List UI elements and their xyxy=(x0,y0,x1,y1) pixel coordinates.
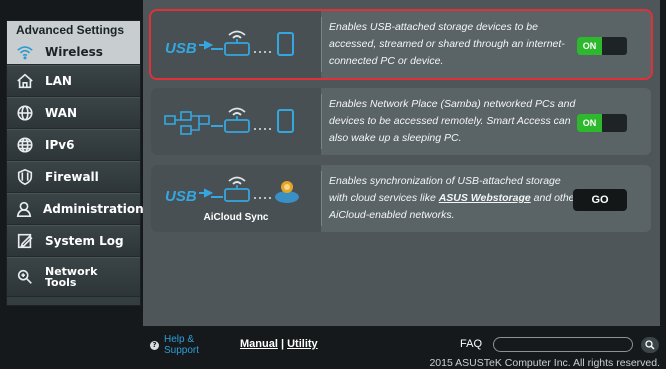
sidebar-item-wireless[interactable]: Wireless xyxy=(7,40,140,65)
help-icon[interactable]: ? xyxy=(150,341,159,350)
router-icon xyxy=(224,107,250,133)
network-to-device-illustration xyxy=(151,88,321,155)
card-divider xyxy=(321,94,322,149)
wifi-icon xyxy=(15,42,35,62)
card-description: Enables Network Place (Samba) networked … xyxy=(329,98,576,144)
card-aicloud-sync: USB AiCloud Sync Enables synchronization… xyxy=(151,165,651,232)
utility-link[interactable]: Utility xyxy=(287,338,318,350)
ipv6-globe-icon xyxy=(15,135,35,155)
svg-text:USB: USB xyxy=(165,40,197,57)
sidebar-item-lan[interactable]: LAN xyxy=(7,65,140,97)
dotted-connection-icon xyxy=(254,128,271,130)
network-computers-icon xyxy=(164,111,210,135)
sidebar-item-label: IPv6 xyxy=(45,138,75,152)
sidebar-item-system-log[interactable]: System Log xyxy=(7,225,140,257)
usb-to-device-illustration: USB xyxy=(151,11,321,78)
log-pencil-icon xyxy=(15,231,35,251)
sidebar-item-wan[interactable]: WAN xyxy=(7,97,140,129)
main-panel: USB Enables USB-attached storage devices… xyxy=(143,0,660,326)
sidebar-item-label-line2: Tools xyxy=(45,276,77,289)
sidebar-item-label: Administration xyxy=(43,202,144,216)
sidebar-item-label: LAN xyxy=(45,74,72,88)
help-support-link[interactable]: Help & Support xyxy=(164,334,214,356)
card-description: Enables synchronization of USB-attached … xyxy=(329,173,579,224)
manual-link[interactable]: Manual xyxy=(240,338,278,350)
sidebar: Advanced Settings Wireless LAN WAN IPv6 … xyxy=(6,20,144,306)
link-separator: | xyxy=(280,338,285,350)
sidebar-item-label: Wireless xyxy=(45,45,103,59)
faq-label: FAQ xyxy=(460,338,483,350)
search-icon xyxy=(645,340,655,350)
aicloud-go-button[interactable]: GO xyxy=(573,189,627,211)
shield-icon xyxy=(15,167,35,187)
card-cloud-disk: USB Enables USB-attached storage devices… xyxy=(149,9,653,80)
usb-icon: USB xyxy=(165,188,214,205)
sidebar-item-label: WAN xyxy=(45,106,78,120)
sidebar-item-ipv6[interactable]: IPv6 xyxy=(7,129,140,161)
router-icon xyxy=(224,30,250,56)
cloud-disk-toggle[interactable]: ON xyxy=(577,37,627,55)
tablet-icon xyxy=(277,32,294,56)
toggle-on-label: ON xyxy=(577,37,602,55)
copyright-text: 2015 ASUSTeK Computer Inc. All rights re… xyxy=(429,357,660,369)
network-tools-icon xyxy=(15,267,35,287)
dotted-connection-icon xyxy=(254,51,271,53)
sidebar-item-network-tools[interactable]: Network Tools xyxy=(7,257,140,297)
card-divider xyxy=(321,17,322,72)
usb-to-cloud-illustration: USB AiCloud Sync xyxy=(151,165,321,232)
search-button[interactable] xyxy=(641,337,659,353)
sidebar-item-firewall[interactable]: Firewall xyxy=(7,161,140,193)
asus-webstorage-link[interactable]: ASUS Webstorage xyxy=(439,192,531,204)
router-icon xyxy=(224,176,250,202)
sidebar-item-label: System Log xyxy=(45,234,124,248)
sidebar-item-label: Firewall xyxy=(45,170,99,184)
sidebar-item-label: Network Tools xyxy=(45,266,97,288)
card-caption: AiCloud Sync xyxy=(203,212,269,223)
person-icon xyxy=(15,199,33,219)
svg-text:USB: USB xyxy=(165,188,197,205)
sidebar-item-administration[interactable]: Administration xyxy=(7,193,144,225)
card-divider xyxy=(321,171,322,226)
dotted-connection-icon xyxy=(254,197,271,199)
globe-icon xyxy=(15,103,35,123)
tablet-icon xyxy=(277,109,294,133)
faq-search-input[interactable] xyxy=(493,337,633,352)
smart-access-toggle[interactable]: ON xyxy=(577,114,627,132)
footer-links: Manual | Utility xyxy=(240,338,318,350)
card-description: Enables USB-attached storage devices to … xyxy=(329,21,565,67)
home-icon xyxy=(15,71,35,91)
card-smart-access: Enables Network Place (Samba) networked … xyxy=(151,88,651,155)
usb-icon: USB xyxy=(165,40,214,57)
cloud-sync-icon xyxy=(275,181,299,203)
sidebar-header: Advanced Settings xyxy=(7,21,140,40)
toggle-on-label: ON xyxy=(577,114,602,132)
